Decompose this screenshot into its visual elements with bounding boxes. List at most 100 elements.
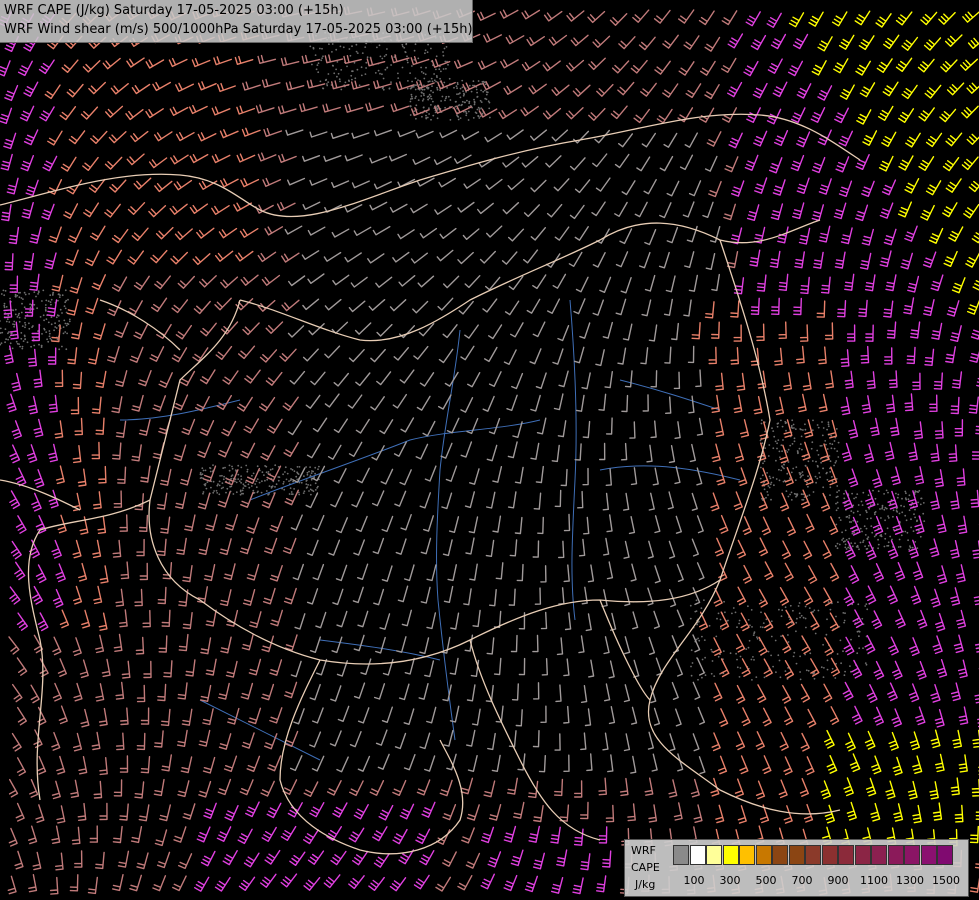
cape-dot <box>311 63 313 66</box>
cape-dot <box>413 110 416 112</box>
cape-dot <box>792 609 794 612</box>
cape-dot <box>442 51 444 53</box>
cape-dot <box>797 605 800 607</box>
cape-dot <box>923 520 926 522</box>
cape-dot <box>900 534 903 537</box>
cape-dot <box>436 88 439 91</box>
cape-dot <box>216 484 219 487</box>
cape-dot <box>785 429 787 432</box>
cape-dot <box>897 546 900 548</box>
cape-dot <box>426 116 429 119</box>
cape-dot <box>770 620 773 623</box>
cape-dot <box>349 54 352 57</box>
cape-dot <box>715 635 718 638</box>
cape-dot <box>717 655 720 658</box>
cape-dot <box>481 80 484 83</box>
cape-dot <box>791 443 794 445</box>
cape-dot <box>424 73 427 76</box>
cape-dot <box>423 77 426 80</box>
cape-dot <box>864 605 867 607</box>
cape-dot <box>409 114 412 116</box>
cape-legend: WRF CAPE J/kg 100 300 500 700 900 1100 1300 150… <box>624 839 969 897</box>
cape-dot <box>289 487 292 489</box>
cape-dot <box>467 110 470 113</box>
cape-dot <box>782 463 785 466</box>
cape-dot <box>461 103 463 106</box>
cape-dot <box>26 341 29 344</box>
cape-dot <box>459 92 461 94</box>
cape-dot <box>689 604 692 607</box>
cape-dot <box>866 547 869 550</box>
cape-dot <box>476 91 478 94</box>
cape-dot <box>231 474 234 476</box>
cape-dot <box>43 319 45 322</box>
cape-dot <box>792 423 795 426</box>
cape-dot <box>807 669 810 672</box>
cape-dot <box>4 290 7 292</box>
cape-dot <box>837 507 839 509</box>
cape-dot <box>780 469 783 472</box>
cape-dot <box>237 478 240 480</box>
cape-dot <box>484 97 487 100</box>
cape-dot <box>856 493 859 495</box>
cape-dot <box>690 674 693 677</box>
cape-dot <box>414 77 417 80</box>
cape-dot <box>438 68 441 71</box>
cape-dot <box>704 656 706 659</box>
cape-dot <box>431 80 434 83</box>
legend-tick-label: 900 <box>827 874 849 887</box>
cape-dot <box>848 517 850 519</box>
cape-dot <box>793 427 795 429</box>
cape-dot <box>306 473 309 476</box>
cape-dot <box>64 289 67 292</box>
cape-dot <box>695 599 698 602</box>
cape-dot <box>49 337 52 340</box>
cape-dot <box>871 531 874 534</box>
cape-dot <box>877 547 879 550</box>
cape-dot <box>889 535 892 538</box>
cape-dot <box>290 468 292 470</box>
cape-dot <box>911 546 914 549</box>
cape-dot <box>33 303 36 306</box>
cape-dot <box>225 491 227 494</box>
cape-dot <box>29 306 32 309</box>
cape-dot <box>199 477 202 479</box>
cape-dot <box>456 114 458 117</box>
cape-dot <box>479 99 482 102</box>
cape-dot <box>319 47 321 50</box>
cape-dot <box>864 534 867 536</box>
cape-dot <box>848 514 851 517</box>
cape-dot <box>47 340 50 343</box>
cape-dot <box>859 541 862 544</box>
cape-dot <box>23 291 26 294</box>
cape-dot <box>862 491 865 494</box>
cape-dot <box>24 293 27 296</box>
cape-dot <box>261 471 264 474</box>
cape-dot <box>690 649 693 652</box>
cape-dot <box>324 79 327 82</box>
cape-dot <box>209 467 211 469</box>
cape-dot <box>14 293 17 296</box>
cape-dot <box>444 60 447 63</box>
cape-dot <box>477 80 480 82</box>
cape-dot <box>824 440 827 442</box>
cape-dot <box>816 449 819 452</box>
cape-dot <box>312 490 315 493</box>
cape-dot <box>745 648 748 650</box>
cape-dot <box>277 479 280 482</box>
cape-dot <box>782 439 784 441</box>
cape-dot <box>12 309 15 312</box>
cape-dot <box>415 117 417 120</box>
cape-dot <box>488 101 491 104</box>
cape-dot <box>841 539 843 541</box>
cape-dot <box>689 617 692 620</box>
cape-dot <box>459 96 462 99</box>
cape-dot <box>42 314 45 317</box>
cape-dot <box>454 105 457 108</box>
cape-dot <box>773 484 775 487</box>
cape-dot <box>468 100 471 103</box>
cape-dot <box>295 475 298 478</box>
cape-dot <box>768 444 771 446</box>
cape-dot <box>18 343 20 345</box>
cape-dot <box>691 662 694 664</box>
